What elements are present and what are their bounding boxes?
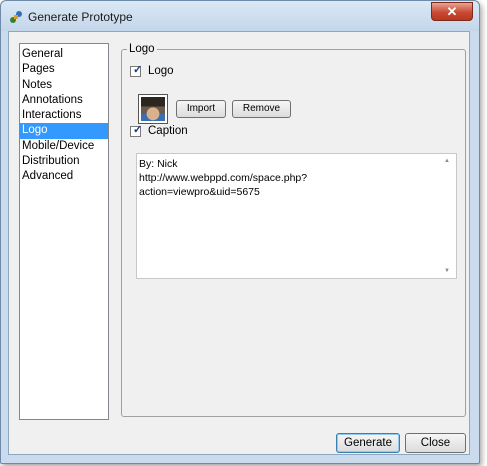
logo-checkbox[interactable]: ✓ bbox=[130, 64, 143, 77]
close-icon: ✕ bbox=[446, 4, 458, 19]
caption-checkbox-label: Caption bbox=[148, 125, 188, 137]
app-icon bbox=[10, 11, 22, 23]
nav-item-advanced[interactable]: Advanced bbox=[20, 169, 108, 184]
close-window-button[interactable]: ✕ bbox=[431, 2, 473, 21]
checkmark-icon: ✓ bbox=[133, 124, 143, 136]
checkmark-icon: ✓ bbox=[133, 64, 143, 76]
generate-button[interactable]: Generate bbox=[336, 433, 400, 453]
group-legend: Logo bbox=[127, 42, 157, 56]
logo-checkbox-label: Logo bbox=[148, 65, 174, 77]
title-bar[interactable]: Generate Prototype ✕ bbox=[1, 1, 479, 31]
nav-item-distribution[interactable]: Distribution bbox=[20, 154, 108, 169]
close-button[interactable]: Close bbox=[405, 433, 466, 453]
scroll-up-icon[interactable]: ▲ bbox=[444, 158, 450, 164]
window-title: Generate Prototype bbox=[28, 10, 133, 24]
caption-checkbox[interactable]: ✓ bbox=[130, 124, 143, 137]
generate-prototype-dialog: Generate Prototype ✕ General Pages Notes… bbox=[0, 0, 480, 464]
logo-preview bbox=[138, 94, 168, 124]
nav-item-general[interactable]: General bbox=[20, 47, 108, 62]
nav-item-notes[interactable]: Notes bbox=[20, 78, 108, 93]
dialog-client-area: General Pages Notes Annotations Interact… bbox=[8, 31, 470, 455]
scroll-down-icon[interactable]: ▼ bbox=[444, 268, 450, 274]
nav-item-interactions[interactable]: Interactions bbox=[20, 108, 108, 123]
caption-textarea[interactable]: By: Nick http://www.webppd.com/space.php… bbox=[136, 153, 457, 279]
nav-item-annotations[interactable]: Annotations bbox=[20, 93, 108, 108]
logo-group-box: Logo ✓ Logo Import Remove ✓ Caption By: … bbox=[121, 42, 466, 417]
remove-button[interactable]: Remove bbox=[232, 100, 291, 118]
nav-item-logo[interactable]: Logo bbox=[20, 123, 108, 139]
caption-text: By: Nick http://www.webppd.com/space.php… bbox=[139, 158, 308, 198]
settings-nav-list[interactable]: General Pages Notes Annotations Interact… bbox=[19, 43, 109, 420]
import-button[interactable]: Import bbox=[176, 100, 226, 118]
caption-scrollbar[interactable]: ▲ ▼ bbox=[442, 154, 456, 278]
nav-item-mobile-device[interactable]: Mobile/Device bbox=[20, 139, 108, 154]
nav-item-pages[interactable]: Pages bbox=[20, 62, 108, 77]
logo-image bbox=[141, 97, 165, 121]
